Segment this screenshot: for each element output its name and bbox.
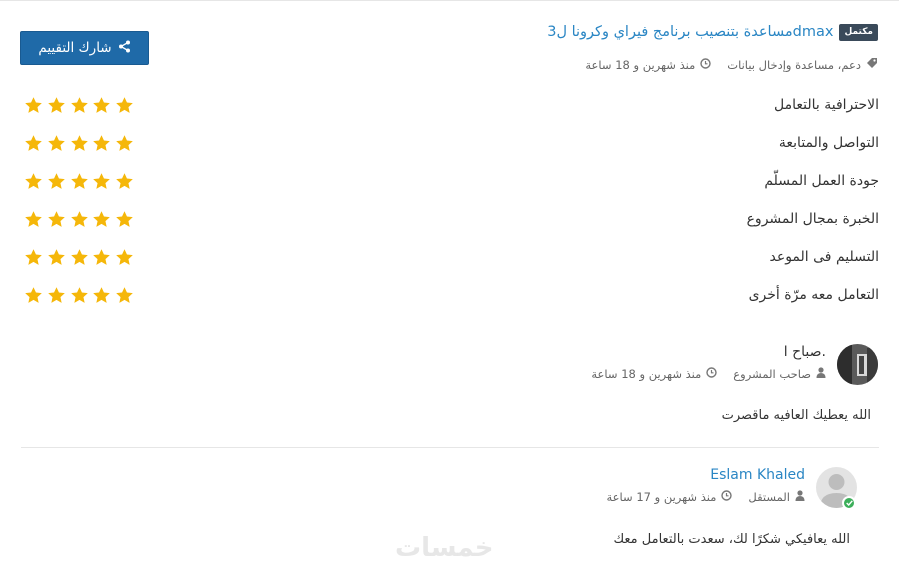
rating-label: الخبرة بمجال المشروع [746, 211, 879, 227]
comment-text: الله يعطيك العافيه ماقصرت [721, 408, 871, 423]
star-icon [93, 173, 111, 189]
star-icon [47, 135, 65, 151]
star-icon [93, 135, 111, 151]
project-category-link[interactable]: دعم، مساعدة وإدخال بيانات [727, 58, 861, 72]
comment-meta: صاحب المشروع منذ شهرين و 18 ساعة [591, 367, 826, 381]
clock-icon [706, 367, 717, 381]
title-row: مكتمل مساعدة بتنصيب برنامج فيراي وكرونا … [547, 22, 878, 42]
star-rating [24, 96, 134, 115]
rating-label: التعامل معه مرّة أخرى [748, 287, 879, 303]
author-role: صاحب المشروع [733, 367, 811, 381]
star-icon [70, 287, 88, 303]
star-icon [116, 135, 133, 151]
ratings-list: الاحترافية بالتعامل التواصل والمتابعة جو… [21, 93, 879, 321]
rating-row: الاحترافية بالتعامل [21, 93, 879, 131]
share-icon [118, 40, 131, 57]
verified-check-icon [842, 496, 856, 510]
clock-icon [721, 490, 733, 504]
owner-comment: صباح ا. صاحب المشروع منذ شهرين و 18 ساعة… [20, 344, 878, 434]
comment-text: الله يعافيكي شكرًا لك، سعدت بالتعامل معك [613, 532, 850, 547]
rating-label: الاحترافية بالتعامل [773, 97, 879, 113]
comments-divider [21, 447, 879, 448]
rating-row: التواصل والمتابعة [21, 131, 879, 169]
star-icon [25, 173, 42, 189]
project-header: مكتمل مساعدة بتنصيب برنامج فيراي وكرونا … [20, 22, 878, 78]
star-rating [24, 286, 134, 305]
star-icon [25, 249, 42, 265]
share-rating-button[interactable]: شارك التقييم [20, 31, 149, 65]
star-icon [116, 249, 133, 265]
project-time: منذ شهرين و 18 ساعة [585, 57, 696, 72]
rating-label: التسليم فى الموعد [769, 249, 880, 265]
avatar[interactable] [837, 344, 878, 385]
rating-row: الخبرة بمجال المشروع [21, 207, 879, 245]
comment-meta: المستقل منذ شهرين و 17 ساعة [606, 490, 805, 504]
star-icon [25, 135, 42, 151]
star-icon [70, 249, 88, 265]
star-icon [47, 173, 65, 189]
star-icon [70, 211, 88, 227]
project-meta: دعم، مساعدة وإدخال بيانات منذ شهرين و 18… [585, 57, 878, 72]
project-title-link[interactable]: مساعدة بتنصيب برنامج فيراي وكرونا ل3dmax [547, 22, 833, 42]
author-name[interactable]: صباح ا. [784, 344, 826, 360]
rating-row: جودة العمل المسلّم [21, 169, 879, 207]
star-icon [47, 287, 65, 303]
star-icon [116, 173, 133, 189]
star-icon [93, 249, 111, 265]
star-rating [24, 134, 134, 153]
tags-icon [866, 57, 878, 72]
star-icon [93, 287, 111, 303]
star-icon [116, 97, 133, 113]
rating-row: التسليم فى الموعد [21, 245, 879, 283]
star-rating [24, 210, 134, 229]
status-badge: مكتمل [839, 23, 878, 41]
star-icon [116, 211, 133, 227]
rating-label: التواصل والمتابعة [778, 135, 879, 151]
comment-time: منذ شهرين و 18 ساعة [591, 367, 702, 381]
star-icon [93, 211, 111, 227]
star-icon [47, 97, 65, 113]
rating-label: جودة العمل المسلّم [764, 173, 879, 189]
star-icon [70, 135, 88, 151]
author-name[interactable]: Eslam Khaled [710, 467, 805, 483]
user-icon [816, 367, 826, 381]
star-icon [25, 287, 42, 303]
star-icon [70, 173, 88, 189]
star-icon [116, 287, 133, 303]
star-icon [47, 249, 65, 265]
rating-row: التعامل معه مرّة أخرى [21, 283, 879, 321]
star-icon [25, 97, 42, 113]
share-button-label: شارك التقييم [38, 40, 112, 56]
top-divider [0, 0, 899, 1]
star-icon [70, 97, 88, 113]
site-watermark: خمسات [395, 533, 494, 563]
star-rating [24, 248, 134, 267]
author-role: المستقل [748, 490, 790, 504]
star-icon [93, 97, 111, 113]
star-icon [25, 211, 42, 227]
star-rating [24, 172, 134, 191]
comment-time: منذ شهرين و 17 ساعة [606, 490, 717, 504]
clock-icon [700, 57, 711, 72]
user-icon [795, 490, 805, 504]
star-icon [47, 211, 65, 227]
